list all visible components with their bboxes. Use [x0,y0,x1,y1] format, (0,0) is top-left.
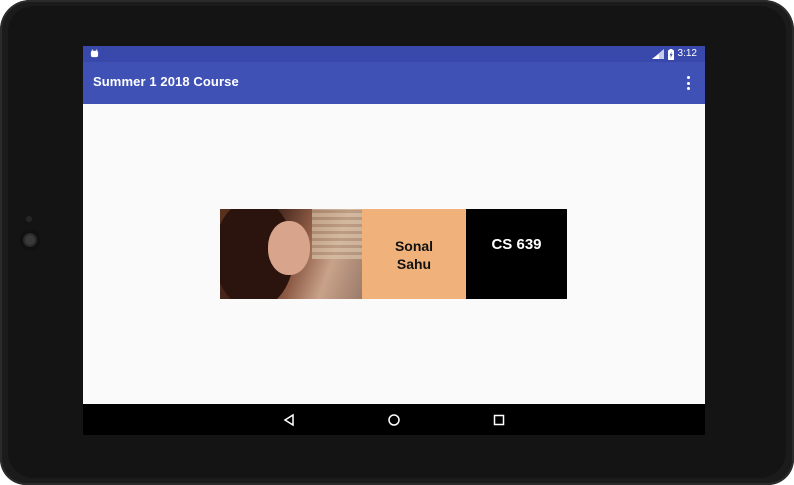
tablet-frame: 3:12 Summer 1 2018 Course Sonal Sahu CS … [0,0,794,485]
app-title: Summer 1 2018 Course [93,74,239,89]
front-sensor [26,216,32,222]
last-name: Sahu [396,256,432,272]
name-panel: Sonal Sahu [362,209,466,299]
screen: 3:12 Summer 1 2018 Course Sonal Sahu CS … [83,46,705,435]
course-code: CS 639 [491,236,542,253]
battery-icon [667,48,674,60]
first-name: Sonal [394,238,434,254]
recents-icon[interactable] [492,413,506,427]
course-panel: CS 639 [466,209,567,299]
back-icon[interactable] [282,413,296,427]
status-bar: 3:12 [83,46,705,62]
status-icons: 3:12 [651,48,697,60]
cellular-signal-icon [651,49,664,59]
profile-card: Sonal Sahu CS 639 [220,209,567,299]
home-icon[interactable] [387,413,401,427]
front-camera [19,229,41,251]
navigation-bar [83,404,705,435]
android-notification-icon [90,49,99,58]
overflow-menu-icon[interactable] [685,76,691,90]
camera-lens [25,235,35,245]
status-time: 3:12 [677,48,697,59]
main-content: Sonal Sahu CS 639 [83,104,705,435]
app-bar: Summer 1 2018 Course [83,62,705,104]
profile-photo [220,209,362,299]
